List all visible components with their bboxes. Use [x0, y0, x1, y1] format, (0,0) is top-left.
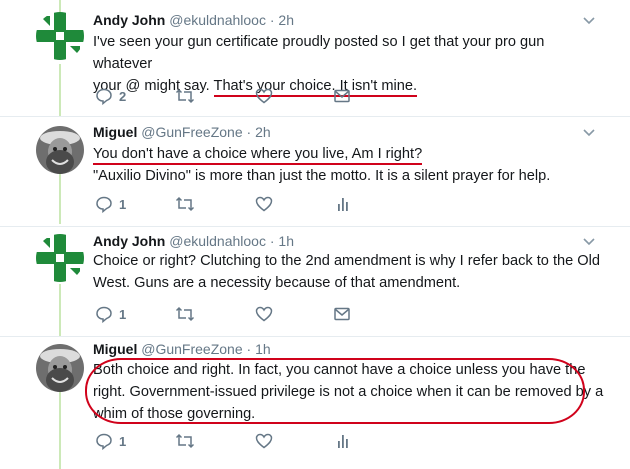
reply-count: 2: [119, 88, 127, 104]
tweet-header: Andy John @ekuldnahlooc · 2h: [93, 12, 294, 28]
underlined-text: That's your choice. It isn't mine.: [213, 78, 418, 97]
reply-icon: [96, 88, 112, 105]
like-button[interactable]: [255, 431, 273, 451]
user-handle[interactable]: @ekuldnahlooc: [169, 12, 266, 28]
tweet-line: I've seen your gun certificate proudly p…: [93, 34, 545, 72]
reply-button[interactable]: 1: [95, 304, 126, 324]
retweet-button[interactable]: [175, 86, 195, 106]
analytics-button[interactable]: [335, 194, 351, 214]
tweet-line: Choice or right? Clutching to the 2nd am…: [93, 253, 600, 269]
reply-button[interactable]: 2: [95, 86, 126, 106]
tweet-text: Choice or right? Clutching to the 2nd am…: [93, 250, 605, 294]
tweet-text: You don't have a choice where you live, …: [93, 143, 605, 187]
retweet-icon: [175, 196, 195, 212]
display-name[interactable]: Miguel: [93, 341, 137, 357]
message-icon: [334, 307, 350, 321]
tweet[interactable]: Andy John @ekuldnahlooc · 2h I've seen y…: [0, 0, 630, 116]
chevron-down-icon[interactable]: [582, 14, 596, 28]
underlined-text: You don't have a choice where you live, …: [93, 146, 423, 165]
user-handle[interactable]: @GunFreeZone: [141, 124, 242, 140]
like-button[interactable]: [255, 304, 273, 324]
heart-icon: [255, 306, 273, 322]
bearded-man-photo: [36, 126, 84, 174]
analytics-button[interactable]: [335, 431, 351, 451]
tweet[interactable]: Miguel @GunFreeZone · 2h You don't have …: [0, 116, 630, 226]
timestamp[interactable]: 2h: [278, 12, 294, 28]
message-icon: [334, 89, 350, 103]
reply-icon: [96, 306, 112, 323]
timestamp[interactable]: 1h: [255, 341, 271, 357]
avatar[interactable]: [36, 126, 84, 174]
bearded-man-photo: [36, 344, 84, 392]
retweet-button[interactable]: [175, 194, 195, 214]
reply-icon: [96, 433, 112, 450]
green-cross-flag-icon: [36, 234, 84, 282]
like-button[interactable]: [255, 86, 273, 106]
reply-button[interactable]: 1: [95, 431, 126, 451]
retweet-icon: [175, 88, 195, 104]
highlight-circle: [85, 358, 585, 424]
display-name[interactable]: Andy John: [93, 233, 165, 249]
tweet[interactable]: Andy John @ekuldnahlooc · 1h Choice or r…: [0, 226, 630, 336]
tweet-line: You don't have a choice where you live, …: [93, 143, 605, 165]
green-cross-flag-icon: [36, 12, 84, 60]
tweet-header: Miguel @GunFreeZone · 1h: [93, 341, 271, 357]
retweet-button[interactable]: [175, 431, 195, 451]
reply-icon: [96, 196, 112, 213]
analytics-icon: [338, 198, 348, 211]
avatar[interactable]: [36, 234, 84, 282]
retweet-icon: [175, 306, 195, 322]
tweet-line: West. Guns are a necessity because of th…: [93, 275, 461, 291]
timestamp[interactable]: 1h: [278, 233, 294, 249]
chevron-down-icon[interactable]: [582, 126, 596, 140]
reply-count: 1: [119, 433, 127, 449]
heart-icon: [255, 88, 273, 104]
reply-count: 1: [119, 196, 127, 212]
reply-button[interactable]: 1: [95, 194, 126, 214]
heart-icon: [255, 196, 273, 212]
retweet-icon: [175, 433, 195, 449]
display-name[interactable]: Andy John: [93, 12, 165, 28]
timestamp[interactable]: 2h: [255, 124, 271, 140]
avatar[interactable]: [36, 344, 84, 392]
retweet-button[interactable]: [175, 304, 195, 324]
avatar[interactable]: [36, 12, 84, 60]
reply-count: 1: [119, 306, 127, 322]
tweet-line: "Auxilio Divino" is more than just the m…: [93, 168, 551, 184]
user-handle[interactable]: @GunFreeZone: [141, 341, 242, 357]
direct-message-button[interactable]: [333, 304, 351, 324]
display-name[interactable]: Miguel: [93, 124, 137, 140]
like-button[interactable]: [255, 194, 273, 214]
direct-message-button[interactable]: [333, 86, 351, 106]
tweet-header: Andy John @ekuldnahlooc · 1h: [93, 233, 294, 249]
analytics-icon: [338, 435, 348, 448]
user-handle[interactable]: @ekuldnahlooc: [169, 233, 266, 249]
chevron-down-icon[interactable]: [582, 235, 596, 249]
heart-icon: [255, 433, 273, 449]
tweet-header: Miguel @GunFreeZone · 2h: [93, 124, 271, 140]
